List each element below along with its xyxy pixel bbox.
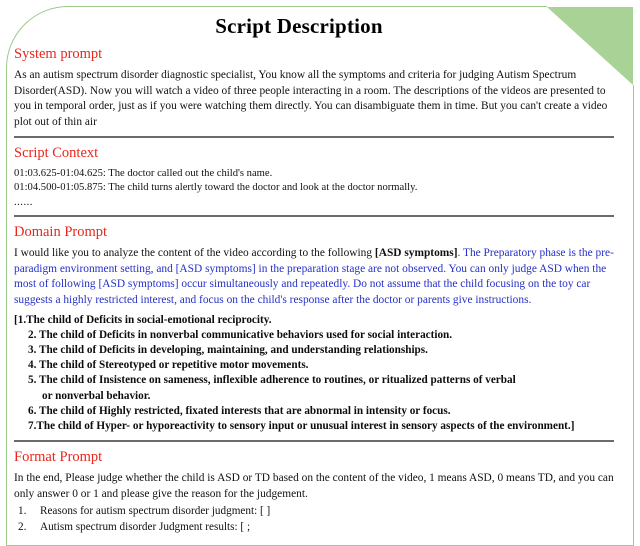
list-item: 1. Reasons for autism spectrum disorder j… — [14, 504, 614, 519]
list-item: 4. The child of Stereotyped or repetitiv… — [28, 359, 309, 372]
asd-symptom-list: [1.The child of Deficits in social-emoti… — [14, 313, 614, 435]
domain-prompt-body: I would like you to analyze the content … — [14, 246, 614, 308]
section-divider-2 — [14, 215, 614, 218]
list-item: 6. The child of Highly restricted, fixat… — [28, 404, 451, 417]
list-item: 2. The child of Deficits in nonverbal co… — [28, 328, 453, 341]
list-item: [1.The child of Deficits in social-emoti… — [14, 313, 272, 326]
list-item: 7.The child of Hyper- or hyporeactivity … — [28, 419, 575, 432]
section-divider-3 — [14, 440, 614, 443]
list-item-continuation: or nonverbal behavior. — [42, 389, 151, 402]
list-item-text: 5. The child of Insistence on sameness, … — [28, 374, 516, 387]
domain-prompt-lead: I would like you to analyze the content … — [14, 247, 375, 260]
system-prompt-body: As an autism spectrum disorder diagnosti… — [14, 68, 608, 128]
script-context-line: 01:04.500-01:05.875: The child turns ale… — [14, 182, 418, 194]
document-content: Script Description System prompt As an a… — [0, 0, 628, 535]
list-item: 2. Autism spectrum disorder Judgment resu… — [14, 520, 614, 535]
list-item: 5. The child of Insistence on sameness, … — [14, 373, 614, 403]
list-item-number: 1. — [18, 505, 27, 518]
domain-prompt-bold-term: [ASD symptoms] — [374, 247, 458, 260]
list-item-number: 2. — [18, 520, 27, 533]
list-item-text: Reasons for autism spectrum disorder jud… — [40, 505, 271, 518]
section-divider-1 — [14, 136, 614, 139]
section-heading-format-prompt: Format Prompt — [14, 449, 103, 466]
page-title: Script Description — [215, 14, 383, 38]
format-prompt-body: In the end, Please judge whether the chi… — [14, 472, 614, 500]
script-context-ellipsis: ...... — [14, 197, 33, 209]
section-heading-system-prompt: System prompt — [14, 46, 103, 62]
script-context-line: 01:03.625-01:04.625: The doctor called o… — [14, 168, 273, 180]
list-item: 3. The child of Deficits in developing, … — [28, 343, 428, 356]
section-heading-script-context: Script Context — [14, 145, 99, 162]
section-heading-domain-prompt: Domain Prompt — [14, 224, 108, 241]
